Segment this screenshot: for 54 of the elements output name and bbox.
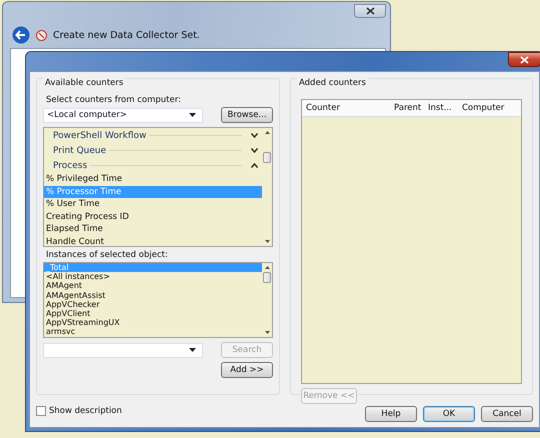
instance-item[interactable]: AppVClient — [44, 308, 262, 318]
group-name: Print Queue — [53, 146, 106, 156]
scroll-up-arrow-icon — [264, 131, 270, 134]
close-icon — [520, 56, 529, 64]
search-dropdown[interactable] — [43, 342, 203, 358]
column-header[interactable]: Computer — [458, 103, 504, 113]
group-label: Available counters — [43, 78, 126, 88]
instance-item[interactable]: AppVStreamingUX — [44, 318, 262, 328]
computer-dropdown[interactable]: <Local computer> — [43, 108, 203, 122]
dialog-button[interactable]: OK — [423, 406, 475, 422]
instance-item[interactable]: AppVChecker — [44, 300, 262, 309]
instance-item[interactable]: <All instances> — [44, 272, 262, 282]
scrollbar[interactable] — [262, 128, 272, 246]
instance-item[interactable]: AMAgent — [44, 281, 262, 291]
checkbox[interactable] — [36, 406, 46, 416]
column-header[interactable]: Inst... — [424, 103, 458, 113]
add-button[interactable]: Add >> — [221, 362, 273, 378]
counter-item[interactable]: Creating Process ID — [44, 210, 262, 223]
instance-item[interactable]: AMAgentAssist — [44, 290, 262, 300]
scrollbar-thumb[interactable] — [263, 272, 271, 283]
dialog-button[interactable]: Help — [365, 406, 417, 422]
dropdown-value: <Local computer> — [47, 110, 127, 120]
window-title: Create new Data Collector Set. — [53, 30, 200, 40]
close-icon — [366, 7, 374, 15]
scrollbar[interactable] — [262, 263, 272, 337]
scroll-down-arrow-icon — [264, 331, 270, 334]
scrollbar-thumb[interactable] — [263, 152, 271, 163]
group-label: Added counters — [297, 78, 368, 88]
group-name: PowerShell Workflow — [53, 130, 146, 140]
counter-item[interactable]: Elapsed Time — [44, 223, 262, 236]
scroll-up-arrow-icon — [264, 266, 270, 269]
dropdown-arrow-icon — [189, 348, 196, 352]
collapse-chevron-icon — [251, 163, 258, 168]
instance-item[interactable]: armsvc — [44, 327, 262, 336]
group-name: Process — [53, 160, 88, 170]
checkbox-label[interactable]: Show description — [49, 406, 122, 416]
column-header[interactable]: Parent — [390, 103, 424, 113]
field-label: Select counters from computer: — [46, 95, 182, 105]
counter-item[interactable]: Handle Count — [44, 236, 262, 246]
column-header[interactable]: Counter — [302, 103, 390, 113]
counter-item[interactable]: % Privileged Time — [44, 173, 262, 186]
dropdown-arrow-icon — [189, 113, 196, 117]
expand-chevron-icon — [251, 133, 258, 138]
expand-chevron-icon — [251, 148, 258, 153]
close-button[interactable] — [354, 4, 386, 18]
close-button[interactable] — [508, 52, 540, 67]
counter-group[interactable]: PowerShell Workflow — [44, 128, 262, 143]
dialog-button[interactable]: Cancel — [481, 406, 533, 422]
counter-group[interactable]: Process — [44, 158, 262, 173]
browse-button[interactable]: Browse... — [221, 107, 273, 123]
counter-group[interactable]: Print Queue — [44, 143, 262, 158]
counter-item[interactable]: % User Time — [44, 198, 262, 210]
field-label: Instances of selected object: — [46, 250, 169, 260]
scroll-down-arrow-icon — [264, 240, 270, 243]
